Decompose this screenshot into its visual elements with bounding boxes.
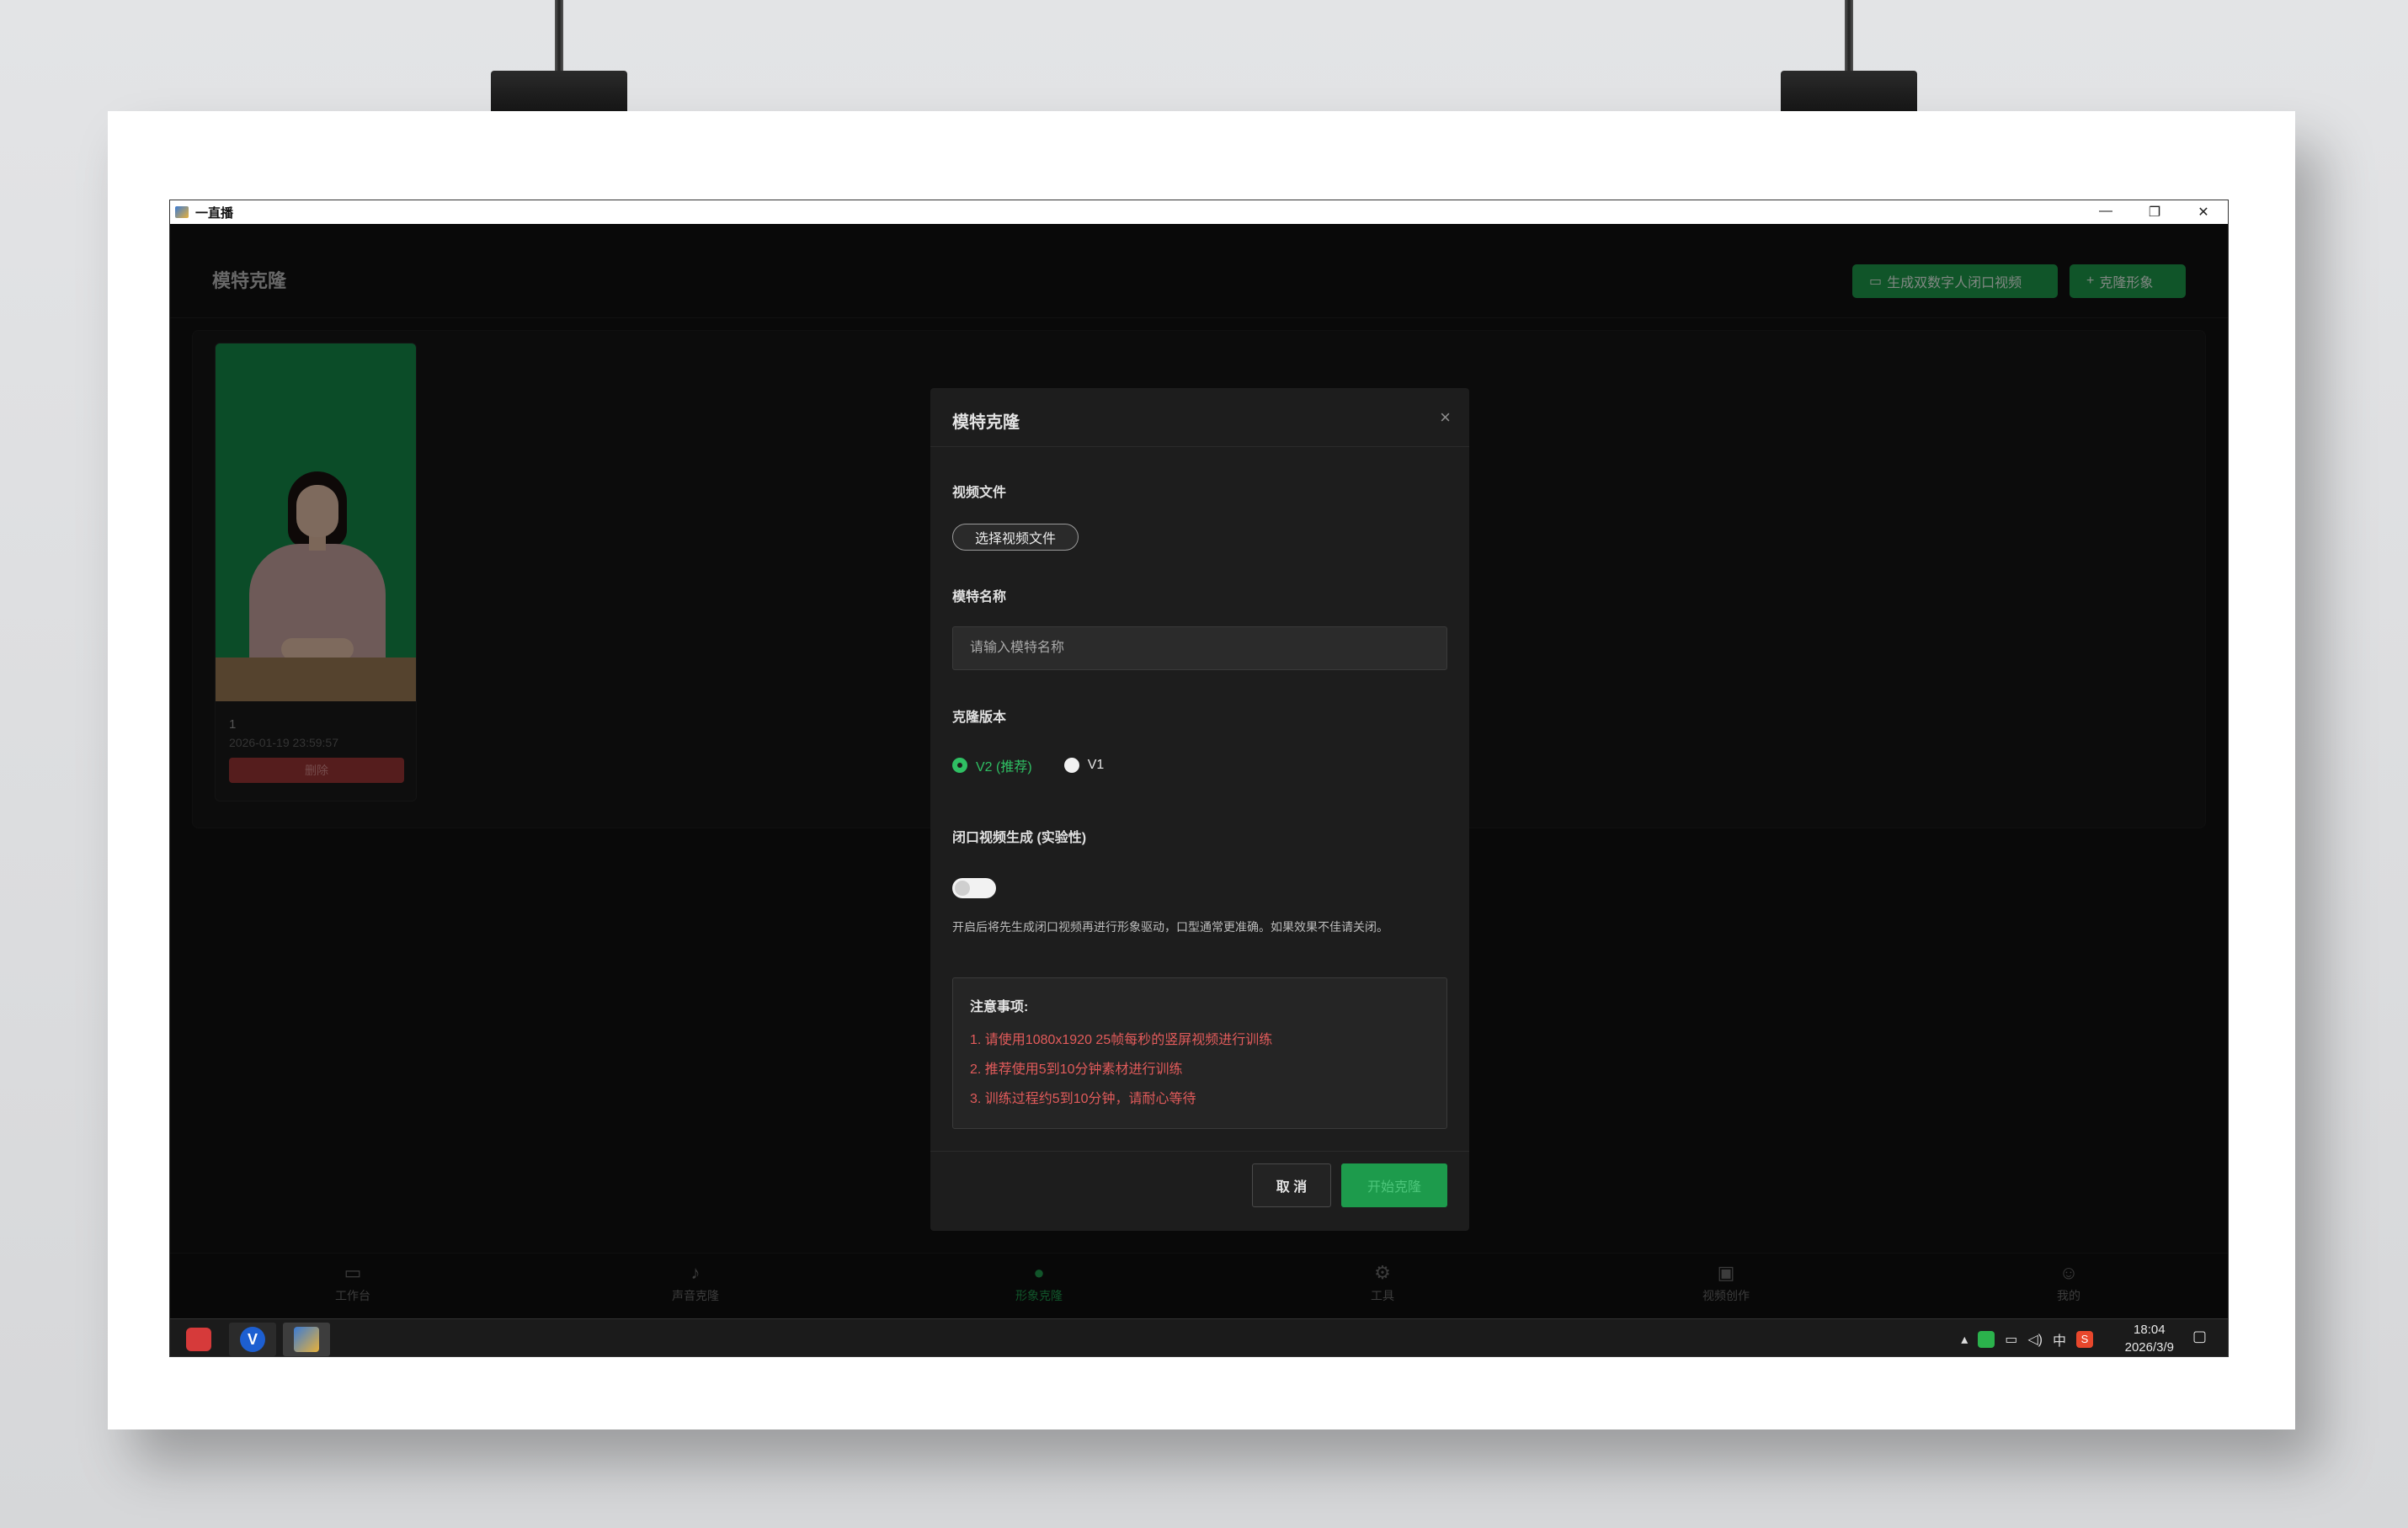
title-bar: 一直播 — ❐ ✕ [170,200,2228,224]
nav-item-workbench[interactable]: ▭ 工作台 [302,1262,403,1304]
close-button[interactable]: ✕ [2179,204,2228,221]
model-card[interactable]: 1 2026-01-19 23:59:57 删除 [215,343,417,801]
window-title: 一直播 [195,205,234,221]
clone-avatar-button[interactable]: + 克隆形象 [2070,264,2186,298]
app-content: 模特克隆 ▭ 生成双数字人闭口视频 + 克隆形象 1 2026-01-19 23… [170,224,2228,1356]
page-title: 模特克隆 [212,270,287,291]
dialog-title: 模特克隆 [952,413,1020,432]
ime-indicator[interactable]: 中 [2053,1329,2066,1350]
nav-item-voice-clone[interactable]: ♪ 声音克隆 [645,1262,746,1304]
plus-icon: + [2086,274,2095,288]
user-icon: ☺ [2059,1262,2079,1283]
chevron-up-icon[interactable]: ▴ [1961,1331,1968,1348]
choose-video-file-button[interactable]: 选择视频文件 [952,524,1079,551]
version-v2-radio[interactable]: V2 (推荐) [952,755,1032,775]
radio-unchecked-icon [1063,758,1079,773]
closed-mouth-toggle[interactable] [952,878,996,898]
toggle-knob [955,881,970,896]
nav-item-tools[interactable]: ⚙ 工具 [1332,1262,1433,1304]
model-created-date: 2026-01-19 23:59:57 [229,736,338,749]
taskbar-app-3[interactable] [283,1323,330,1356]
model-name-input[interactable] [952,626,1447,670]
generate-closed-mouth-video-button[interactable]: ▭ 生成双数字人闭口视频 [1852,264,2058,298]
app-icon [294,1327,319,1352]
app-icon: V [240,1327,265,1352]
nav-item-avatar-clone[interactable]: ● 形象克隆 [988,1262,1089,1304]
app-icon [186,1328,211,1351]
closed-mouth-label: 闭口视频生成 (实验性) [952,831,1087,845]
app-window: 一直播 — ❐ ✕ 模特克隆 ▭ 生成双数字人闭口视频 + 克隆形象 1 202… [169,200,2229,1357]
app-logo-icon [175,206,189,218]
model-name-label: 模特名称 [952,590,1007,604]
closed-mouth-hint: 开启后将先生成闭口视频再进行形象驱动，口型通常更准确。如果效果不佳请关闭。 [952,920,1388,934]
person-icon: ● [1033,1262,1045,1283]
notification-icon[interactable]: ▢ [2192,1328,2214,1350]
cancel-button[interactable]: 取 消 [1252,1163,1331,1207]
restore-button[interactable]: ❐ [2130,204,2179,221]
start-clone-button[interactable]: 开始克隆 [1341,1163,1447,1207]
taskbar-clock[interactable]: 18:04 2026/3/9 [2125,1321,2174,1356]
page-header: 模特克隆 ▭ 生成双数字人闭口视频 + 克隆形象 [170,224,2228,318]
clock-date: 2026/3/9 [2124,1340,2174,1355]
dialog-header: 模特克隆 × [930,388,1469,447]
model-clone-dialog: 模特克隆 × 视频文件 选择视频文件 模特名称 克隆版本 V2 (推荐) V1 … [930,388,1469,1231]
taskbar-app-2[interactable]: V [229,1323,276,1356]
nav-item-profile[interactable]: ☺ 我的 [2018,1262,2119,1304]
sogou-icon[interactable]: S [2076,1331,2093,1348]
radio-checked-icon [952,758,967,773]
notice-box: 注意事项: 1. 请使用1080x1920 25帧每秒的竖屏视频进行训练 2. … [952,977,1447,1129]
model-name: 1 [229,717,237,732]
notice-item: 1. 请使用1080x1920 25帧每秒的竖屏视频进行训练 [970,1033,1273,1047]
notice-item: 2. 推荐使用5到10分钟素材进行训练 [970,1062,1183,1077]
system-tray: ▴ ▭ ◁) 中 S [1961,1329,2093,1350]
version-v1-radio[interactable]: V1 [1063,758,1104,773]
volume-icon[interactable]: ◁) [2027,1331,2043,1348]
delete-model-button[interactable]: 删除 [229,758,404,783]
microphone-icon: ♪ [690,1262,701,1283]
minimize-button[interactable]: — [2081,204,2130,221]
model-thumbnail [216,343,416,701]
monitor-icon: ▭ [344,1262,362,1283]
gear-icon: ⚙ [1374,1262,1391,1283]
notice-title: 注意事项: [970,1000,1029,1014]
dialog-footer: 取 消 开始克隆 [930,1151,1469,1231]
video-camera-icon: ▭ [1869,274,1883,289]
video-camera-icon: ▣ [1717,1262,1735,1283]
bottom-nav: ▭ 工作台 ♪ 声音克隆 ● 形象克隆 ⚙ 工具 ▣ 视频创作 ☺ 我的 [170,1253,2228,1318]
nav-item-video-creation[interactable]: ▣ 视频创作 [1675,1262,1777,1304]
close-icon[interactable]: × [1440,407,1451,429]
wechat-icon[interactable] [1978,1331,1995,1348]
video-file-label: 视频文件 [952,486,1007,500]
clone-version-label: 克隆版本 [952,711,1007,725]
network-icon[interactable]: ▭ [2005,1331,2017,1348]
notice-item: 3. 训练过程约5到10分钟，请耐心等待 [970,1092,1196,1106]
clock-time: 18:04 [2134,1323,2166,1337]
taskbar-app-1[interactable] [175,1323,222,1356]
version-radio-group: V2 (推荐) V1 [952,755,1104,775]
taskbar: V ▴ ▭ ◁) 中 S 18:04 2026/3/9 ▢ [170,1318,2228,1356]
